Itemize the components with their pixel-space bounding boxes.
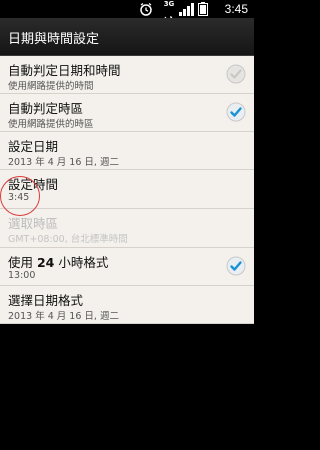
setting-title: 設定日期: [8, 139, 59, 154]
setting-title: 選取時區: [8, 216, 59, 231]
setting-subtitle: 使用網路提供的時區: [8, 119, 94, 130]
title-suffix: 小時格式: [54, 255, 109, 270]
setting-subtitle: GMT+08:00, 台北標準時間: [8, 234, 128, 245]
page-title: 日期與時間設定: [8, 32, 100, 47]
setting-set-time[interactable]: 設定時間 3:45: [0, 170, 254, 209]
status-bar: 3G 3:45: [0, 0, 254, 23]
title-bold: 24: [36, 255, 55, 270]
setting-set-date[interactable]: 設定日期 2013 年 4 月 16 日, 週二: [0, 132, 254, 170]
signal-icon: [179, 3, 194, 16]
checkbox-unchecked-icon[interactable]: [226, 64, 246, 84]
settings-list: 自動判定日期和時間 使用網路提供的時間 自動判定時區 使用網路提供的時區 設定日…: [0, 56, 254, 324]
setting-subtitle: 3:45: [8, 192, 30, 203]
setting-title: 設定時間: [8, 177, 59, 192]
setting-title: 選擇日期格式: [8, 293, 84, 308]
setting-subtitle: 2013 年 4 月 16 日, 週二: [8, 311, 119, 322]
checkbox-checked-icon[interactable]: [226, 102, 246, 122]
title-prefix: 使用: [8, 255, 37, 270]
setting-date-format[interactable]: 選擇日期格式 2013 年 4 月 16 日, 週二: [0, 286, 254, 324]
checkbox-checked-icon[interactable]: [226, 256, 246, 276]
setting-auto-timezone[interactable]: 自動判定時區 使用網路提供的時區: [0, 94, 254, 132]
setting-subtitle: 13:00: [8, 270, 36, 281]
alarm-icon: [140, 2, 152, 16]
setting-subtitle: 2013 年 4 月 16 日, 週二: [8, 157, 119, 168]
setting-title: 使用 24 小時格式: [8, 252, 108, 271]
status-time: 3:45: [224, 2, 248, 16]
setting-24-hour-format[interactable]: 使用 24 小時格式 13:00: [0, 248, 254, 286]
network-label: 3G: [163, 0, 175, 8]
header: 日期與時間設定: [0, 18, 254, 56]
setting-subtitle: 使用網路提供的時間: [8, 81, 94, 92]
battery-icon: [198, 2, 208, 16]
setting-select-timezone: 選取時區 GMT+08:00, 台北標準時間: [0, 209, 254, 248]
setting-title: 自動判定日期和時間: [8, 63, 121, 78]
setting-title: 自動判定時區: [8, 101, 84, 116]
setting-auto-datetime[interactable]: 自動判定日期和時間 使用網路提供的時間: [0, 56, 254, 94]
